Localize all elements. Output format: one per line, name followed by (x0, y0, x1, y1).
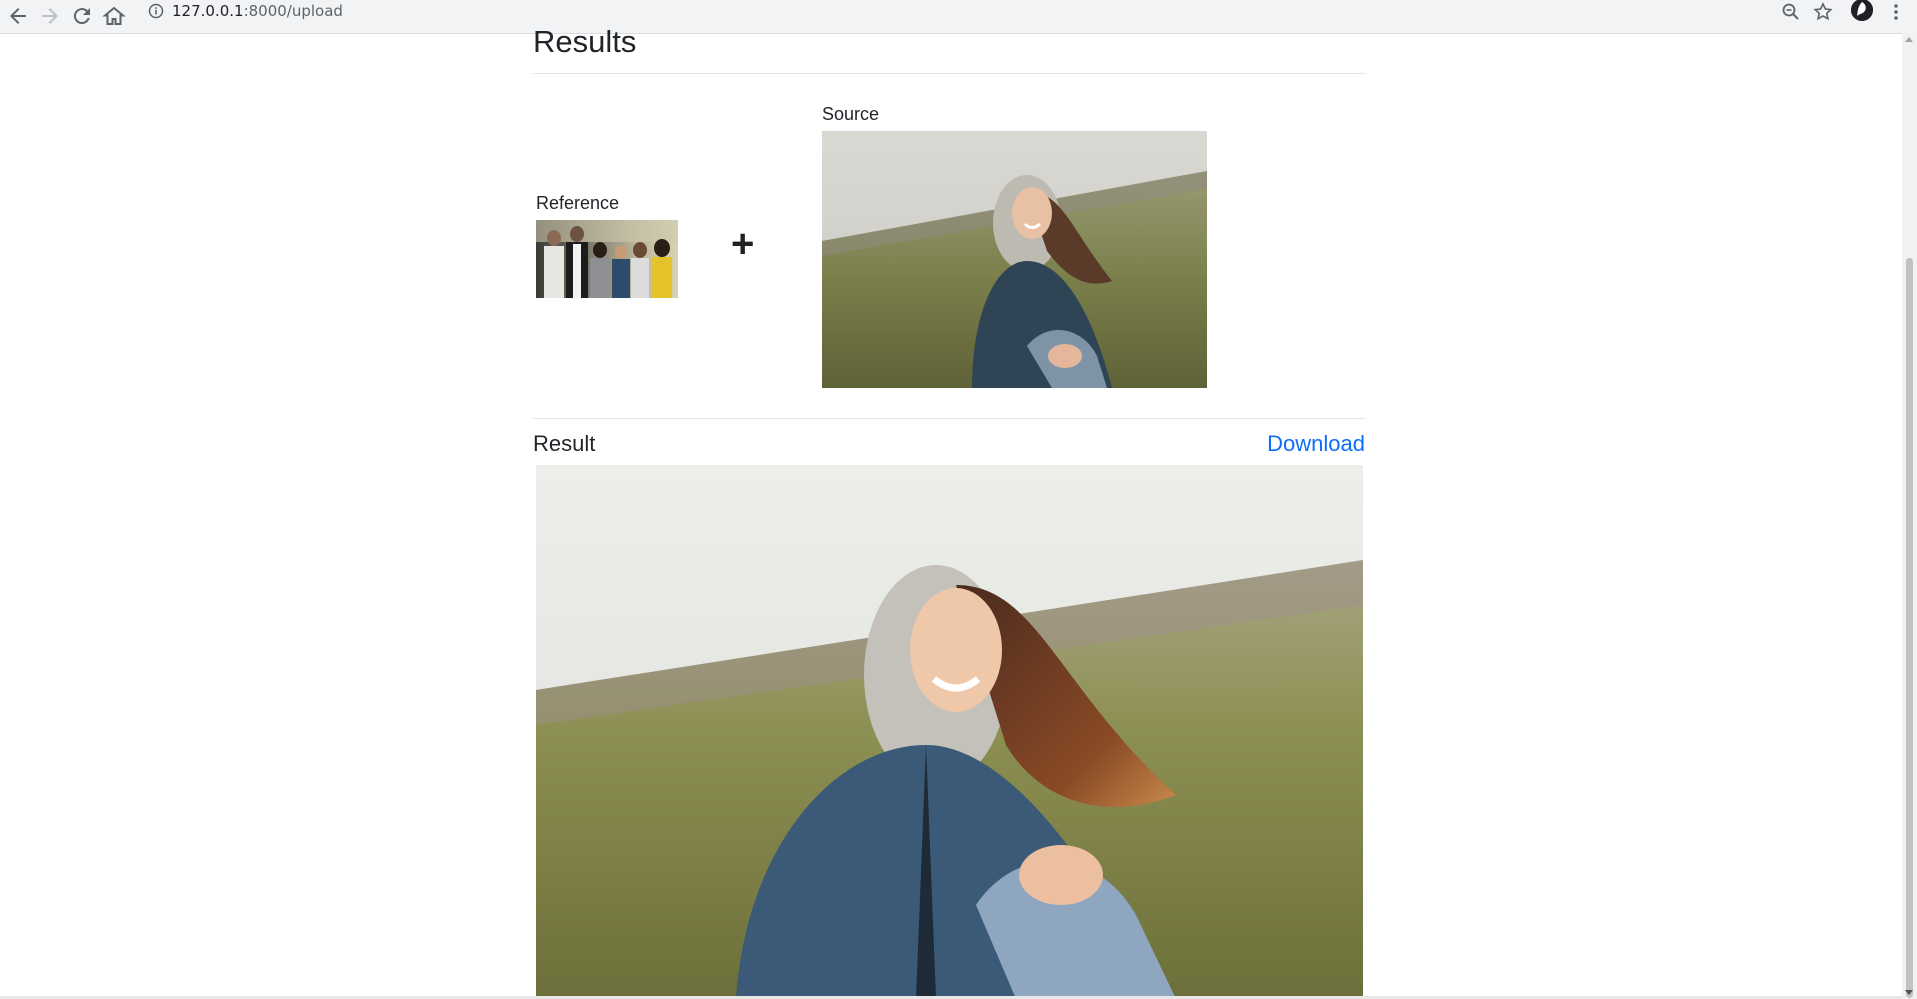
page-title: Results (533, 24, 637, 59)
address-bar[interactable] (140, 0, 1835, 22)
page-scrollbar[interactable] (1902, 33, 1917, 999)
browser-toolbar: 127.0.0.1:8000/upload (0, 0, 1917, 34)
reload-icon[interactable] (70, 4, 94, 28)
scroll-thumb[interactable] (1906, 258, 1913, 998)
forward-arrow-icon[interactable] (38, 4, 62, 28)
result-image (536, 465, 1363, 999)
zoom-icon[interactable] (1780, 1, 1802, 23)
info-icon[interactable] (147, 2, 165, 20)
source-label: Source (822, 104, 880, 124)
section-divider (533, 418, 1365, 419)
plus-sign: + (731, 222, 755, 266)
source-image (822, 131, 1207, 388)
url-path: :8000/upload (243, 2, 343, 20)
scroll-down-arrow-icon[interactable] (1905, 990, 1913, 995)
kebab-menu-icon[interactable] (1885, 1, 1907, 23)
result-label: Result (533, 431, 596, 456)
reference-label: Reference (536, 193, 620, 213)
title-divider (533, 73, 1365, 74)
url-host: 127.0.0.1 (172, 2, 244, 20)
reference-image (536, 220, 678, 298)
back-arrow-icon[interactable] (6, 4, 30, 28)
download-link[interactable]: Download (1267, 431, 1365, 457)
bookmark-star-icon[interactable] (1812, 1, 1834, 23)
home-icon[interactable] (102, 4, 126, 28)
profile-avatar-icon[interactable] (1851, 0, 1873, 21)
url-text[interactable]: 127.0.0.1:8000/upload (172, 1, 343, 21)
scroll-up-arrow-icon[interactable] (1905, 37, 1913, 42)
